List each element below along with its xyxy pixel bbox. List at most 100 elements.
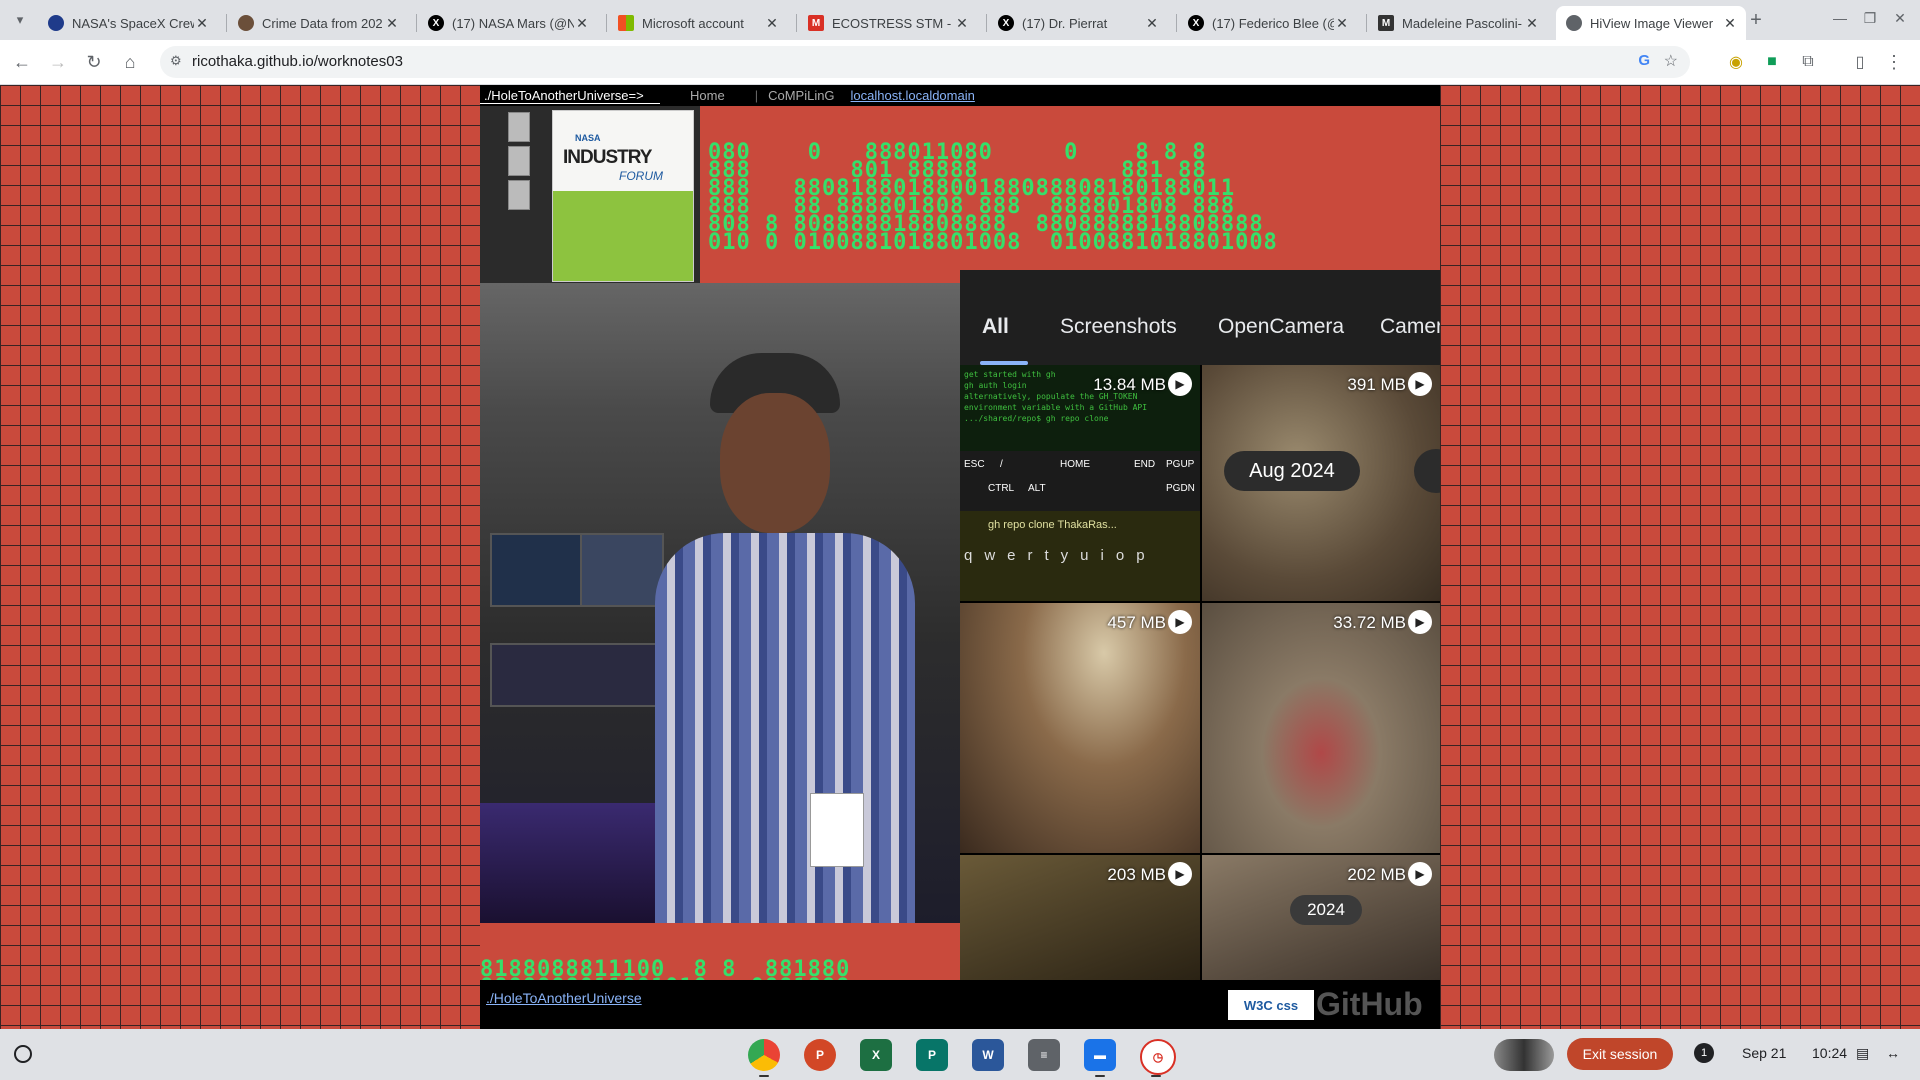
close-window-icon[interactable]: ✕	[1888, 6, 1912, 30]
google-icon[interactable]: G	[1638, 52, 1650, 69]
play-icon[interactable]: ▶	[1408, 610, 1432, 634]
word-app-icon[interactable]: W	[972, 1039, 1004, 1071]
time-display[interactable]: 10:24	[1812, 1045, 1847, 1061]
files-app-icon[interactable]: ▬	[1084, 1039, 1116, 1071]
chrome-app-icon[interactable]	[748, 1039, 780, 1071]
input-method-icon[interactable]: ▤	[1856, 1045, 1869, 1062]
github-logo[interactable]: GitHub	[1316, 986, 1423, 1023]
matrix-text: 080 0 888011080 0 8 8 8 888 801 88888 88…	[708, 140, 1278, 255]
side-panel-icon[interactable]: ▯	[1848, 50, 1872, 74]
localhost-link[interactable]: localhost.localdomain	[851, 88, 975, 103]
minimize-icon[interactable]: —	[1828, 6, 1852, 30]
date-display[interactable]: Sep 21	[1742, 1045, 1786, 1061]
system-shelf: P X P W ≡ ▬ ◷ Exit session 1 Sep 21 10:2…	[0, 1029, 1920, 1080]
media-thumbnail[interactable]: 202 MB ▶ 2024	[1202, 855, 1440, 980]
restore-icon[interactable]: ❐	[1858, 6, 1882, 30]
scroll-handle[interactable]	[1414, 449, 1440, 493]
matrix-banner-top: 080 0 888011080 0 8 8 8 888 801 88888 88…	[700, 106, 1440, 283]
file-size: 203 MB	[1107, 865, 1166, 884]
media-thumbnail[interactable]: 33.72 MB ▶	[1202, 603, 1440, 853]
portrait-photo	[480, 283, 960, 923]
page-background: ./HoleToAnotherUniverse=> Home | CoMPiLi…	[0, 85, 1920, 1029]
play-icon[interactable]: ▶	[1408, 372, 1432, 396]
menu-dots-icon[interactable]: ⋮	[1882, 50, 1906, 74]
close-tab-icon[interactable]: ✕	[574, 15, 590, 32]
x-favicon-icon: X	[1188, 15, 1204, 31]
browser-tab[interactable]: M ECOSTRESS STM - ho ✕	[798, 6, 978, 40]
close-tab-icon[interactable]: ✕	[194, 15, 210, 32]
url-text[interactable]: ricothaka.github.io/worknotes03	[192, 53, 403, 70]
browser-tab[interactable]: M Madeleine Pascolini- ✕	[1368, 6, 1548, 40]
site-info-icon[interactable]: ⚙	[170, 53, 182, 69]
extension-icon[interactable]: ◉	[1724, 50, 1748, 74]
tab-search-chevron-icon[interactable]: ▾	[8, 8, 32, 32]
tab-title: Crime Data from 202	[262, 15, 383, 31]
play-icon[interactable]: ▶	[1168, 372, 1192, 396]
reload-icon[interactable]: ↻	[82, 50, 106, 74]
extra-keys-row: ESC / HOME END PGUP CTRL ALT PGDN	[960, 451, 1200, 511]
close-tab-icon[interactable]: ✕	[384, 15, 400, 32]
forum-subtitle: FORUM	[619, 169, 663, 183]
id-badge	[810, 793, 864, 867]
holding-space-thumbnails[interactable]	[1494, 1039, 1554, 1071]
bookmark-star-icon[interactable]: ☆	[1664, 51, 1678, 71]
media-thumbnail[interactable]: 457 MB ▶	[960, 603, 1200, 853]
launcher-icon[interactable]	[14, 1045, 32, 1063]
home-icon[interactable]: ⌂	[118, 50, 142, 74]
page-content: ./HoleToAnotherUniverse=> Home | CoMPiLi…	[480, 85, 1440, 1029]
year-pill: 2024	[1290, 895, 1362, 925]
path-link[interactable]: ./HoleToAnotherUniverse=>	[480, 88, 660, 104]
tab-camera[interactable]: Camera	[1380, 315, 1440, 339]
close-tab-icon[interactable]: ✕	[1524, 15, 1540, 32]
forward-icon[interactable]: →	[46, 50, 70, 74]
play-icon[interactable]: ▶	[1168, 610, 1192, 634]
w3c-css-badge[interactable]: W3C css	[1228, 990, 1314, 1020]
notification-count-badge[interactable]: 1	[1694, 1043, 1714, 1063]
close-tab-icon[interactable]: ✕	[1722, 15, 1738, 32]
exit-session-button[interactable]: Exit session	[1567, 1038, 1673, 1070]
extensions-puzzle-icon[interactable]: ⧉	[1796, 50, 1820, 74]
back-icon[interactable]: ←	[10, 50, 34, 74]
microsoft-favicon-icon	[618, 15, 634, 31]
media-thumbnail[interactable]: get started with gh gh auth login alternat…	[960, 365, 1200, 601]
tab-screenshots[interactable]: Screenshots	[1060, 315, 1177, 339]
close-tab-icon[interactable]: ✕	[954, 15, 970, 32]
media-thumbnail[interactable]: 391 MB ▶ Aug 2024	[1202, 365, 1440, 601]
close-tab-icon[interactable]: ✕	[1144, 15, 1160, 32]
browser-tab[interactable]: X (17) NASA Mars (@N ✕	[418, 6, 598, 40]
browser-tab[interactable]: X (17) Federico Blee (@ ✕	[1178, 6, 1358, 40]
network-icon[interactable]: ↔	[1886, 1045, 1900, 1061]
control-room-monitor	[490, 533, 584, 607]
play-icon[interactable]: ▶	[1408, 862, 1432, 886]
timer-app-icon[interactable]: ◷	[1140, 1039, 1176, 1075]
extension-icon[interactable]: ■	[1760, 50, 1784, 74]
tab-all[interactable]: All	[982, 315, 1009, 339]
tab-title: HiView Image Viewer	[1590, 15, 1714, 31]
site-favicon-icon	[238, 15, 254, 31]
home-link[interactable]: Home	[690, 88, 725, 103]
close-tab-icon[interactable]: ✕	[764, 15, 780, 32]
play-icon[interactable]: ▶	[1168, 862, 1192, 886]
excel-app-icon[interactable]: X	[860, 1039, 892, 1071]
compiling-link[interactable]: CoMPiLinG	[768, 88, 834, 103]
powerpoint-app-icon[interactable]: P	[804, 1039, 836, 1071]
address-bar[interactable]: ⚙ ricothaka.github.io/worknotes03 G ☆	[160, 46, 1690, 78]
browser-tab-active[interactable]: HiView Image Viewer ✕	[1556, 6, 1746, 40]
new-tab-icon[interactable]: +	[1744, 8, 1768, 32]
browser-tab[interactable]: X (17) Dr. Pierrat ✕	[988, 6, 1168, 40]
globe-favicon-icon	[1566, 15, 1582, 31]
docs-app-icon[interactable]: ≡	[1028, 1039, 1060, 1071]
publisher-app-icon[interactable]: P	[916, 1039, 948, 1071]
tab-opencamera[interactable]: OpenCamera	[1218, 315, 1344, 339]
browser-tab[interactable]: Microsoft account ✕	[608, 6, 788, 40]
matrix-text: 8188088811100 8 8 881880 888888801100101…	[480, 957, 851, 981]
media-thumbnail[interactable]: 203 MB ▶	[960, 855, 1200, 980]
tab-title: NASA's SpaceX Crew-	[72, 15, 194, 31]
close-tab-icon[interactable]: ✕	[1334, 15, 1350, 32]
browser-tab[interactable]: NASA's SpaceX Crew- ✕	[38, 6, 218, 40]
page-thumbnail	[508, 146, 530, 176]
footer-link[interactable]: ./HoleToAnotherUniverse	[486, 990, 642, 1006]
browser-tab[interactable]: Crime Data from 202 ✕	[228, 6, 408, 40]
date-pill: Aug 2024	[1224, 451, 1360, 491]
browser-toolbar: ← → ↻ ⌂ ⚙ ricothaka.github.io/worknotes0…	[0, 40, 1920, 85]
